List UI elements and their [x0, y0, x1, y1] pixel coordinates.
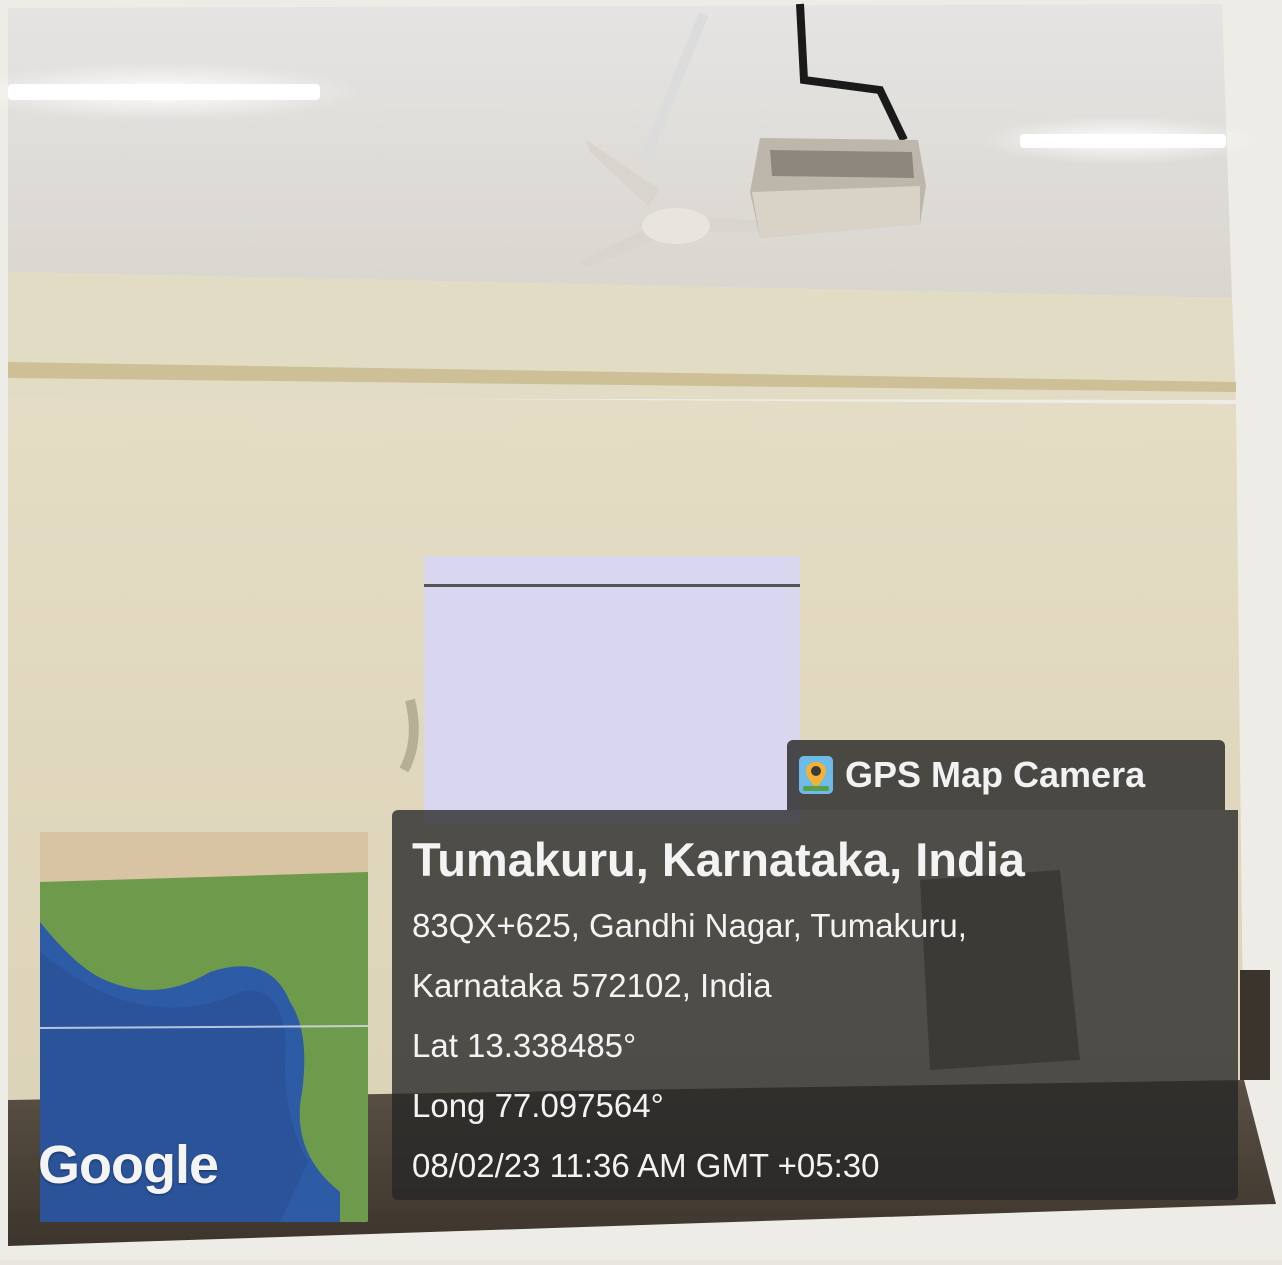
address-line-1: 83QX+625, Gandhi Nagar, Tumakuru, [412, 907, 967, 944]
longitude: Long 77.097564° [412, 1087, 664, 1124]
address-line-2: Karnataka 572102, India [412, 967, 772, 1004]
location-title: Tumakuru, Karnataka, India [412, 833, 1025, 886]
google-logo: Google [38, 1135, 219, 1195]
app-name: GPS Map Camera [845, 754, 1146, 795]
app-tag: GPS Map Camera [787, 740, 1225, 810]
geotag-info-panel: Tumakuru, Karnataka, India 83QX+625, Gan… [392, 810, 1238, 1200]
latitude: Lat 13.338485° [412, 1027, 637, 1064]
datetime: 08/02/23 11:36 AM GMT +05:30 [412, 1147, 880, 1184]
map-pin-camera-icon [799, 756, 833, 794]
